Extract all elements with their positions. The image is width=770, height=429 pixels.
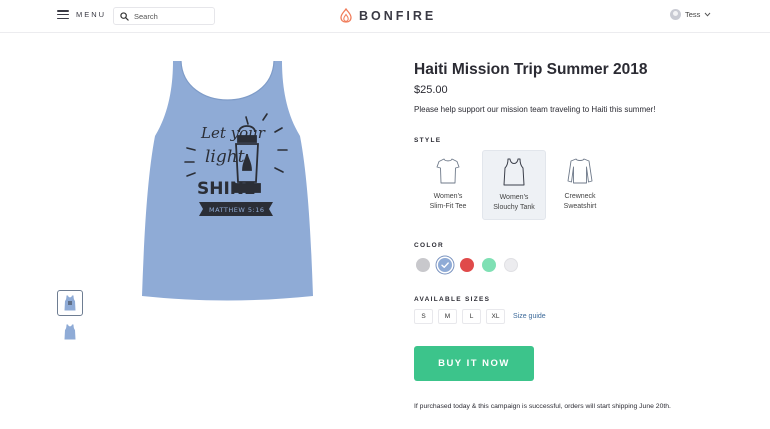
hamburger-icon [57, 10, 69, 19]
product-price: $25.00 [414, 84, 448, 96]
tank-thumbnail-icon [64, 295, 76, 311]
flame-logo-icon [340, 8, 352, 23]
style-option-label: Women's Slouchy Tank [493, 194, 535, 211]
style-section-label: STYLE [414, 137, 442, 144]
color-swatch-red[interactable] [460, 258, 474, 272]
color-swatch-mint[interactable] [482, 258, 496, 272]
style-option-slim-fit-tee[interactable]: Women's Slim-Fit Tee [416, 150, 480, 220]
search-box[interactable] [113, 7, 215, 25]
tee-icon [436, 158, 460, 184]
checkmark-icon [441, 262, 449, 268]
color-swatch-blue[interactable] [438, 258, 452, 272]
size-option-m[interactable]: M [438, 309, 457, 324]
product-title: Haiti Mission Trip Summer 2018 [414, 61, 648, 78]
print-text-line2: light [205, 147, 245, 167]
style-option-label: Women's Slim-Fit Tee [429, 193, 467, 210]
tank-back-thumbnail-icon [64, 324, 76, 340]
menu-label: MENU [76, 10, 107, 19]
avatar [670, 9, 681, 20]
thumbnail-front[interactable] [57, 290, 83, 316]
size-option-xl[interactable]: XL [486, 309, 505, 324]
style-option-slouchy-tank[interactable]: Women's Slouchy Tank [482, 150, 546, 220]
search-icon [120, 11, 129, 21]
chevron-down-icon [705, 12, 711, 17]
product-description: Please help support our mission team tra… [414, 105, 656, 114]
sweatshirt-icon [567, 158, 593, 184]
shipping-note: If purchased today & this campaign is su… [414, 403, 671, 410]
color-swatch-grey[interactable] [416, 258, 430, 272]
search-input[interactable] [134, 11, 210, 21]
user-menu[interactable]: Tess [670, 9, 711, 20]
color-section-label: COLOR [414, 242, 444, 249]
print-text-line4: MATTHEW 5:16 [209, 206, 264, 214]
color-swatch-white[interactable] [504, 258, 518, 272]
sizes-section-label: AVAILABLE SIZES [414, 296, 491, 303]
user-name: Tess [685, 10, 701, 19]
size-option-s[interactable]: S [414, 309, 433, 324]
size-option-l[interactable]: L [462, 309, 481, 324]
buy-it-now-button[interactable]: BUY IT NOW [414, 346, 534, 381]
color-options [416, 258, 518, 272]
style-option-crewneck-sweatshirt[interactable]: Crewneck Sweatshirt [548, 150, 612, 220]
size-options: S M L XL Size guide [414, 309, 546, 324]
menu-button[interactable]: MENU [57, 10, 106, 19]
thumbnail-back[interactable] [57, 319, 83, 345]
product-image: Let your light SHINE MATTHEW 5:16 [142, 60, 313, 301]
style-option-label: Crewneck Sweatshirt [563, 193, 597, 210]
style-options: Women's Slim-Fit Tee Women's Slouchy Tan… [416, 150, 612, 220]
top-navbar: MENU BONFIRE Tess [0, 0, 770, 33]
tank-icon [503, 158, 525, 186]
brand-name: BONFIRE [359, 8, 437, 23]
size-guide-link[interactable]: Size guide [513, 313, 546, 320]
bonfire-logo[interactable]: BONFIRE [339, 8, 436, 23]
